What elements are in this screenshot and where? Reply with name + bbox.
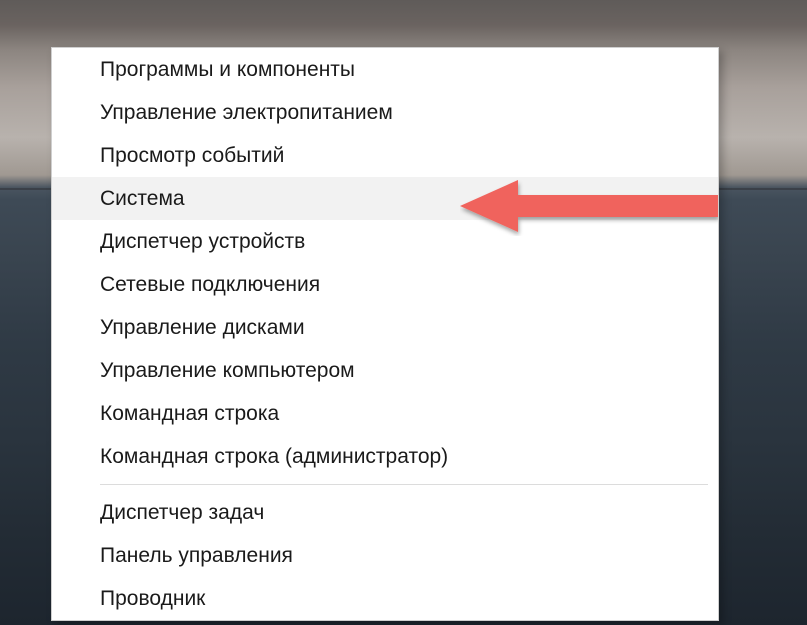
- menu-item-label: Система: [100, 187, 185, 210]
- menu-item-label: Диспетчер устройств: [100, 230, 305, 253]
- menu-item-power-options[interactable]: Управление электропитанием: [52, 91, 718, 134]
- menu-item-label: Диспетчер задач: [100, 501, 264, 524]
- menu-item-control-panel[interactable]: Панель управления: [52, 534, 718, 577]
- menu-item-label: Управление электропитанием: [100, 101, 393, 124]
- menu-item-command-prompt-admin[interactable]: Командная строка (администратор): [52, 435, 718, 478]
- menu-separator: [100, 484, 708, 485]
- menu-item-label: Проводник: [100, 587, 205, 610]
- menu-item-label: Управление дисками: [100, 316, 305, 339]
- menu-item-label: Командная строка: [100, 402, 279, 425]
- menu-item-event-viewer[interactable]: Просмотр событий: [52, 134, 718, 177]
- menu-item-command-prompt[interactable]: Командная строка: [52, 392, 718, 435]
- menu-item-computer-management[interactable]: Управление компьютером: [52, 349, 718, 392]
- menu-item-label: Командная строка (администратор): [100, 445, 448, 468]
- menu-item-disk-management[interactable]: Управление дисками: [52, 306, 718, 349]
- menu-item-task-manager[interactable]: Диспетчер задач: [52, 491, 718, 534]
- menu-item-device-manager[interactable]: Диспетчер устройств: [52, 220, 718, 263]
- menu-item-label: Управление компьютером: [100, 359, 355, 382]
- menu-item-programs-features[interactable]: Программы и компоненты: [52, 48, 718, 91]
- menu-item-label: Программы и компоненты: [100, 58, 355, 81]
- winx-context-menu: Программы и компоненты Управление электр…: [51, 47, 719, 621]
- menu-item-network-connections[interactable]: Сетевые подключения: [52, 263, 718, 306]
- menu-item-label: Просмотр событий: [100, 144, 284, 167]
- menu-item-label: Панель управления: [100, 544, 293, 567]
- menu-item-system[interactable]: Система: [52, 177, 718, 220]
- menu-item-explorer[interactable]: Проводник: [52, 577, 718, 620]
- menu-item-label: Сетевые подключения: [100, 273, 320, 296]
